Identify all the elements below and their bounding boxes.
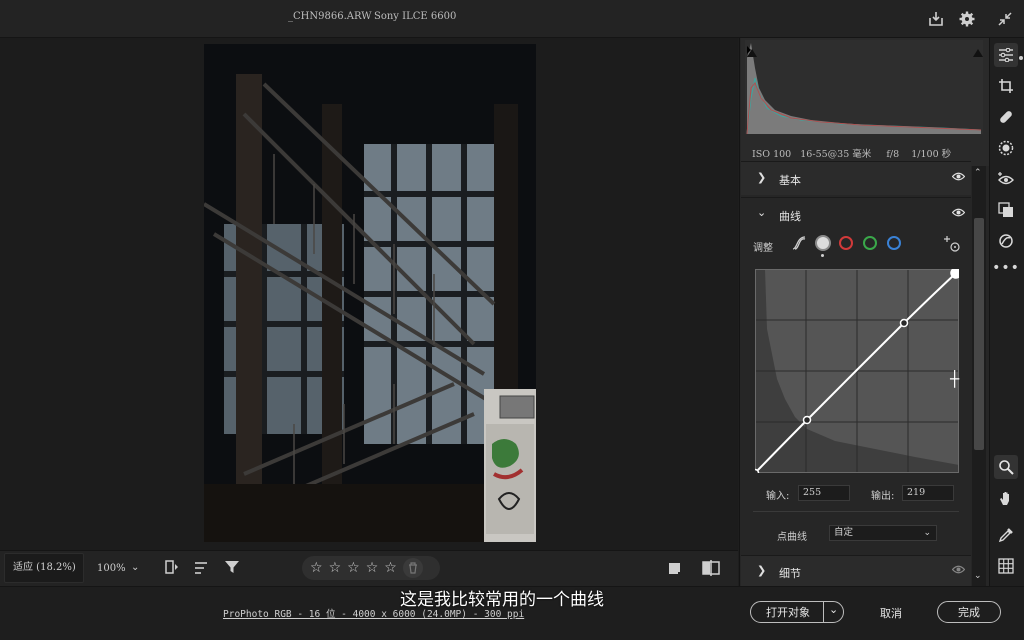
star-icon[interactable]: ☆ [329, 560, 342, 576]
before-after-icon[interactable] [702, 560, 720, 580]
star-icon[interactable]: ☆ [347, 560, 360, 576]
eye-icon[interactable] [951, 171, 966, 184]
shutter-value: 1/100 秒 [911, 149, 952, 160]
zoom-tool-icon[interactable] [994, 455, 1018, 479]
zoom-chevron-down-icon[interactable]: ⌄ [131, 562, 139, 573]
green-channel-button[interactable] [863, 236, 877, 250]
camera-model: Sony ILCE 6600 [374, 11, 457, 22]
point-curve-label: 点曲线 [777, 532, 807, 543]
collapse-icon[interactable] [995, 9, 1015, 29]
star-icon[interactable]: ☆ [366, 560, 379, 576]
cancel-button[interactable]: 取消 [880, 605, 902, 621]
presets-icon[interactable] [994, 198, 1018, 222]
scroll-up-icon[interactable]: ⌃ [974, 168, 982, 178]
selected-indicator [821, 254, 824, 257]
aperture-value: f/8 [886, 149, 900, 160]
chevron-right-icon: ❯ [757, 171, 767, 184]
done-button[interactable]: 完成 [937, 601, 1001, 623]
detail-section-title: 细节 [779, 567, 801, 580]
video-subtitle: 这是我比较常用的一个曲线 [400, 590, 604, 610]
eye-icon[interactable] [951, 207, 966, 220]
zoom-fit-dropdown[interactable]: 适应 (18.2%) [4, 553, 84, 583]
curve-section-title: 曲线 [779, 210, 801, 223]
shadow-clipping-icon[interactable] [747, 42, 757, 57]
point-curve-selected-value: 自定 [834, 527, 854, 538]
crop-icon[interactable] [994, 74, 1018, 98]
red-channel-button[interactable] [839, 236, 853, 250]
title-bar [0, 0, 1024, 38]
tone-curve-graph[interactable] [750, 267, 962, 478]
curve-section: ⌄ 曲线 调整 ┼ 输入: 255 输出: 219 点曲线 自定 ⌄ [741, 197, 971, 551]
input-value-field[interactable]: 255 [798, 485, 850, 501]
eyedropper-icon[interactable] [994, 523, 1018, 547]
red-eye-icon[interactable] [994, 167, 1018, 191]
button-divider [823, 601, 824, 623]
divider [753, 511, 959, 512]
chevron-down-icon: ⌄ [923, 528, 931, 538]
input-label: 输入: [766, 491, 790, 502]
scroll-down-icon[interactable]: ⌄ [974, 571, 982, 581]
rating-bar: ☆ ☆ ☆ ☆ ☆ [302, 556, 440, 580]
chevron-right-icon: ❯ [757, 564, 767, 577]
output-label: 输出: [871, 491, 895, 502]
done-label: 完成 [958, 606, 980, 619]
highlight-clipping-icon[interactable] [973, 42, 983, 57]
iso-value: ISO 100 [752, 149, 792, 160]
photo-preview[interactable] [204, 44, 536, 542]
exif-info: ISO 100 16-55@35 毫米 f/8 1/100 秒 [752, 146, 951, 160]
blue-channel-button[interactable] [887, 236, 901, 250]
snapshots-icon[interactable] [994, 229, 1018, 253]
open-options-chevron-icon[interactable]: ⌄ [829, 603, 838, 616]
trash-icon[interactable] [402, 558, 423, 578]
edit-sliders-icon[interactable] [994, 43, 1018, 67]
point-curve-white-button[interactable] [815, 235, 831, 251]
zoom-100-button[interactable]: 100% [97, 563, 126, 574]
output-value-field[interactable]: 219 [902, 485, 954, 501]
curve-control-point[interactable] [802, 415, 812, 425]
curve-control-point[interactable] [899, 318, 909, 328]
curve-control-point[interactable] [950, 267, 962, 279]
lens-value: 16-55@35 毫米 [800, 149, 872, 160]
basic-section-title: 基本 [779, 174, 801, 187]
detail-section-header[interactable]: ❯ 细节 [741, 555, 971, 586]
curve-section-header[interactable]: ⌄ 曲线 [741, 198, 971, 232]
scrollbar-thumb[interactable] [974, 218, 984, 450]
filter-icon[interactable] [224, 559, 240, 579]
sort-icon[interactable] [194, 560, 210, 579]
save-icon[interactable] [926, 9, 946, 29]
filmstrip-icon[interactable] [164, 559, 180, 579]
eye-icon[interactable] [951, 564, 966, 577]
open-object-label: 打开对象 [766, 606, 810, 619]
chevron-down-icon: ⌄ [757, 206, 767, 219]
star-icon[interactable]: ☆ [384, 560, 397, 576]
masking-icon[interactable] [994, 136, 1018, 160]
star-icon[interactable]: ☆ [310, 560, 323, 576]
more-icon[interactable]: ••• [992, 256, 1019, 280]
point-curve-select[interactable]: 自定 ⌄ [829, 525, 937, 541]
gear-icon[interactable] [957, 9, 977, 29]
active-indicator [1019, 56, 1023, 60]
grid-icon[interactable] [994, 554, 1018, 578]
view-toggle-icon[interactable] [668, 561, 682, 580]
parametric-curve-icon[interactable] [791, 235, 807, 255]
adjust-label: 调整 [753, 243, 773, 254]
healing-brush-icon[interactable] [994, 105, 1018, 129]
basic-section-header[interactable]: ❯ 基本 [741, 161, 971, 195]
file-name: _CHN9866.ARW [288, 11, 372, 22]
hand-tool-icon[interactable] [994, 486, 1018, 510]
target-adjust-icon[interactable] [943, 235, 961, 257]
curve-control-point[interactable] [750, 468, 760, 478]
crosshair-cursor-icon: ┼ [950, 370, 960, 388]
